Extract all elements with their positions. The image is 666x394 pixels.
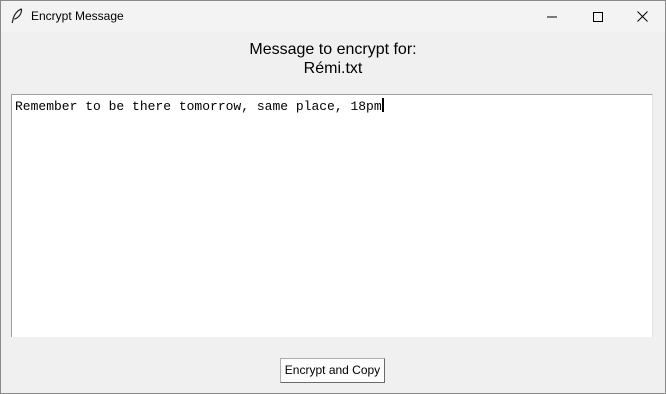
window-title: Encrypt Message bbox=[31, 9, 124, 23]
heading-line-1: Message to encrypt for: bbox=[249, 41, 417, 58]
minimize-button[interactable] bbox=[529, 1, 575, 32]
recipient-filename: Rémi.txt bbox=[303, 60, 363, 77]
close-button[interactable] bbox=[619, 1, 665, 32]
encrypt-and-copy-button[interactable]: Encrypt and Copy bbox=[280, 358, 385, 383]
message-textarea[interactable]: Remember to be there tomorrow, same plac… bbox=[11, 94, 653, 337]
feather-icon bbox=[11, 8, 23, 24]
maximize-button[interactable] bbox=[575, 1, 621, 32]
message-text-wrapper: Remember to be there tomorrow, same plac… bbox=[15, 98, 384, 115]
message-text: Remember to be there tomorrow, same plac… bbox=[15, 99, 382, 114]
recipient-heading: Message to encrypt for: Rémi.txt bbox=[1, 40, 665, 78]
text-caret bbox=[381, 98, 384, 112]
maximize-icon bbox=[593, 11, 603, 22]
encrypt-message-window: Encrypt Message Message to encrypt for: … bbox=[0, 0, 666, 394]
title-bar[interactable]: Encrypt Message bbox=[1, 1, 665, 32]
minimize-icon bbox=[547, 12, 557, 22]
close-icon bbox=[636, 11, 648, 22]
